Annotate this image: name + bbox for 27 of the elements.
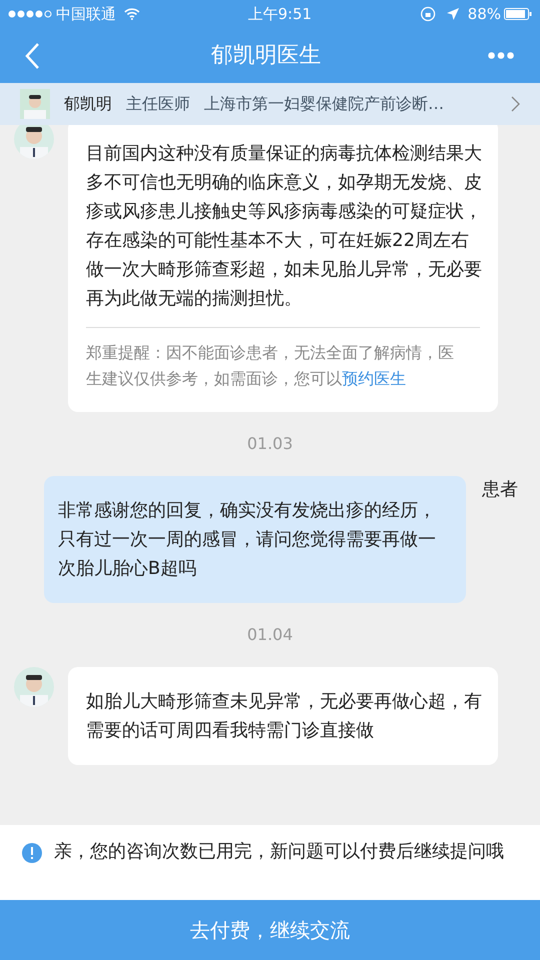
battery-label: 88% bbox=[468, 4, 501, 25]
wifi-icon bbox=[124, 8, 140, 20]
back-icon bbox=[24, 42, 40, 70]
hospital-name: 上海市第一妇婴保健院产前诊断… bbox=[204, 93, 444, 115]
doctor-name: 郁凯明 bbox=[64, 93, 112, 115]
message-text: 目前国内这种没有质量保证的病毒抗体检测结果大多不可信也无明确的临床意义，如孕期无发烧、皮疹或风疹患儿接触史等风疹病毒感染的可疑症状，存在感染的可能性基本不大，可在妊娠22周左右做一次大畸形筛查彩超，如未见胎儿异常，无必要再为此做无端的揣测担忧。 bbox=[86, 142, 482, 311]
battery-icon bbox=[504, 8, 532, 20]
date-label: 01.04 bbox=[247, 624, 293, 646]
carrier-label: 中国联通 bbox=[56, 4, 116, 25]
date-label: 01.03 bbox=[247, 433, 293, 455]
message-text: 非常感谢您的回复，确实没有发烧出疹的经历，只有过一次一周的感冒，请问您觉得需要再做一次胎儿胎心B超吗 bbox=[58, 499, 437, 581]
message-text: 如胎儿大畸形筛查未见异常，无必要再做心超，有需要的话可周四看我特需门诊直接做 bbox=[86, 690, 482, 743]
doctor-title: 主任医师 bbox=[126, 93, 190, 115]
doctor-info-bar[interactable]: 郁凯明 主任医师 上海市第一妇婴保健院产前诊断… bbox=[0, 83, 540, 125]
pay-button[interactable]: 去付费，继续交流 bbox=[0, 900, 540, 960]
signal-icon bbox=[8, 10, 52, 18]
notice-text: 亲，您的咨询次数已用完，新问题可以付费后继续提问哦 bbox=[54, 840, 504, 864]
page-title: 郁凯明医生 bbox=[211, 42, 321, 70]
lock-rotation-icon bbox=[420, 6, 436, 22]
info-icon bbox=[22, 843, 42, 863]
disclaimer-text: 郑重提醒：因不能面诊患者，无法全面了解病情，医生建议仅供参考，如需面诊，您可以预约医生 bbox=[86, 342, 455, 390]
chevron-right-icon bbox=[511, 96, 520, 112]
appointment-link[interactable]: 预约医生 bbox=[342, 369, 406, 388]
more-icon bbox=[488, 52, 514, 59]
clock-label: 上午9:51 bbox=[248, 4, 312, 25]
location-icon bbox=[446, 7, 460, 21]
sender-label: 患者 bbox=[482, 478, 518, 502]
